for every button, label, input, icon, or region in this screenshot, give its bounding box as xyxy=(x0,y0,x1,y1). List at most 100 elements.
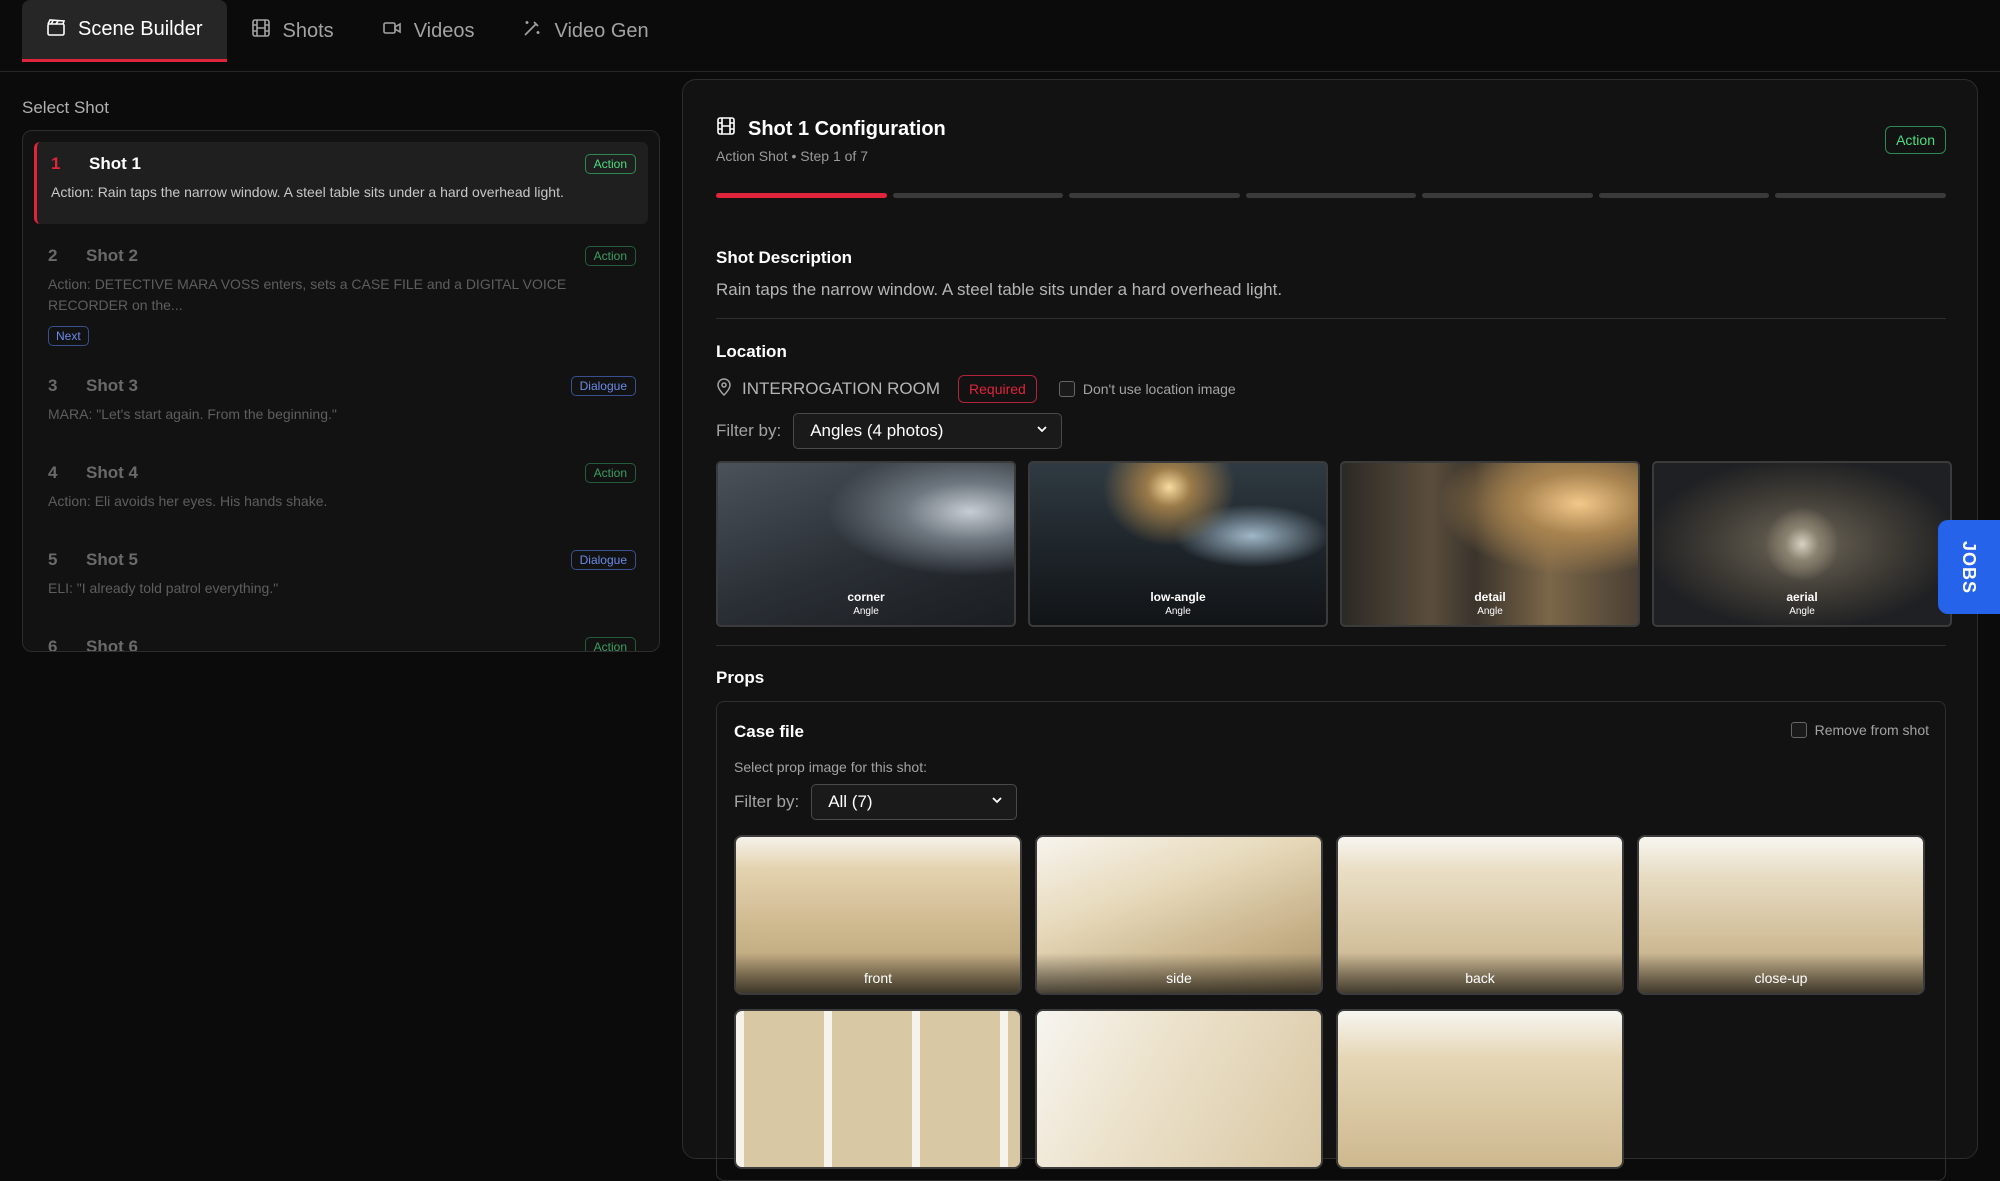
prop-image-grid: front side back close-up xyxy=(734,835,1925,1169)
shot-name: Shot 2 xyxy=(86,246,138,265)
shot-type-badge: Action xyxy=(1885,126,1946,154)
shot-description: Action: DETECTIVE MARA VOSS enters, sets… xyxy=(48,276,567,313)
shot-description: Action: Rain taps the narrow window. A s… xyxy=(51,184,564,200)
angle-card-aerial[interactable]: aerial Angle xyxy=(1652,461,1952,627)
shot-number: 1 xyxy=(51,154,61,173)
shot-name: Shot 5 xyxy=(86,550,138,569)
shot-number: 5 xyxy=(48,550,58,569)
angle-type: Angle xyxy=(1789,606,1815,617)
angle-type: Angle xyxy=(1165,606,1191,617)
divider xyxy=(716,318,1946,319)
prop-image-close-up[interactable]: close-up xyxy=(1637,835,1925,995)
shot-item-3[interactable]: 3 Shot 3 Dialogue MARA: "Let's start aga… xyxy=(34,364,648,441)
angle-name: low-angle xyxy=(1150,590,1206,604)
progress-step xyxy=(1245,193,1417,198)
chevron-down-icon xyxy=(1035,421,1049,441)
prop-image-back[interactable]: back xyxy=(1336,835,1624,995)
top-tabs: Scene Builder Shots Videos Video Gen xyxy=(0,0,2000,72)
shot-item-6[interactable]: 6 Shot 6 Action xyxy=(34,625,648,652)
no-location-checkbox[interactable]: Don't use location image xyxy=(1058,381,1236,397)
tab-shots[interactable]: Shots xyxy=(227,0,358,62)
required-badge: Required xyxy=(958,375,1037,403)
checkbox-box[interactable] xyxy=(1058,381,1075,397)
prop-select-label: Select prop image for this shot: xyxy=(734,759,927,775)
config-header: Shot 1 Configuration xyxy=(716,116,946,142)
angle-name: corner xyxy=(847,590,885,604)
angle-card-corner[interactable]: corner Angle xyxy=(716,461,1016,627)
jobs-side-tab[interactable]: JOBS xyxy=(1938,520,2000,614)
prop-image-side[interactable]: side xyxy=(1035,835,1323,995)
film-icon xyxy=(716,116,736,142)
prop-filter-row: Filter by: All (7) xyxy=(734,784,1018,820)
shot-name: Shot 1 xyxy=(89,154,141,173)
film-icon xyxy=(251,18,271,44)
angle-name: aerial xyxy=(1786,590,1818,604)
shot-description: Action: Eli avoids her eyes. His hands s… xyxy=(48,493,328,509)
shot-name: Shot 4 xyxy=(86,463,138,482)
prop-image-label: close-up xyxy=(1754,970,1808,986)
tab-video-gen[interactable]: Video Gen xyxy=(498,0,672,62)
angle-caption: aerial Angle xyxy=(1654,590,1950,617)
shot-selector: Select Shot 1 Shot 1 Action Action: Rain… xyxy=(22,98,660,652)
checkbox-box[interactable] xyxy=(1790,722,1807,738)
progress-step xyxy=(716,193,887,198)
angle-card-detail[interactable]: detail Angle xyxy=(1340,461,1640,627)
shot-type-badge: Action xyxy=(584,463,636,483)
tab-videos[interactable]: Videos xyxy=(358,0,499,62)
prop-image-label: back xyxy=(1465,970,1495,986)
angle-caption: low-angle Angle xyxy=(1030,590,1326,617)
divider xyxy=(716,645,1946,646)
shot-description: ELI: "I already told patrol everything." xyxy=(48,580,279,596)
prop-image-front[interactable]: front xyxy=(734,835,1022,995)
video-camera-icon xyxy=(382,18,402,44)
progress-step xyxy=(1069,193,1240,198)
prop-image-grid-view[interactable] xyxy=(734,1009,1022,1169)
shot-type-badge: Dialogue xyxy=(570,376,636,396)
location-filter-select[interactable]: Angles (4 photos) xyxy=(793,413,1063,449)
shot-number: 3 xyxy=(48,376,58,395)
prop-filter-select[interactable]: All (7) xyxy=(811,784,1018,820)
shot-type-badge: Action xyxy=(584,154,636,174)
select-shot-title: Select Shot xyxy=(22,98,109,117)
angle-card-low-angle[interactable]: low-angle Angle xyxy=(1028,461,1328,627)
location-row: INTERROGATION ROOM Required Don't use lo… xyxy=(716,374,1236,404)
tab-label: Video Gen xyxy=(554,19,649,42)
remove-from-shot-checkbox[interactable]: Remove from shot xyxy=(1790,722,1929,738)
angle-name: detail xyxy=(1474,590,1506,604)
props-label: Props xyxy=(716,668,765,687)
progress-step xyxy=(1598,193,1770,198)
config-subtitle: Action Shot • Step 1 of 7 xyxy=(716,148,868,164)
angle-caption: detail Angle xyxy=(1342,590,1638,617)
shot-item-2[interactable]: 2 Shot 2 Action Action: DETECTIVE MARA V… xyxy=(34,234,648,354)
tab-label: Scene Builder xyxy=(78,18,203,40)
shot-item-5[interactable]: 5 Shot 5 Dialogue ELI: "I already told p… xyxy=(34,538,648,615)
angle-type: Angle xyxy=(1477,606,1503,617)
prop-image-open[interactable] xyxy=(1035,1009,1323,1169)
config-title: Shot 1 Configuration xyxy=(748,117,946,140)
shot-item-4[interactable]: 4 Shot 4 Action Action: Eli avoids her e… xyxy=(34,451,648,528)
tab-scene-builder[interactable]: Scene Builder xyxy=(22,0,227,62)
location-angle-grid: corner Angle low-angle Angle detail Angle a… xyxy=(716,461,1952,627)
tab-label: Shots xyxy=(282,19,334,42)
tab-label: Videos xyxy=(413,19,475,42)
shot-item-1[interactable]: 1 Shot 1 Action Action: Rain taps the na… xyxy=(34,142,648,224)
chevron-down-icon xyxy=(990,792,1004,812)
shot-description: MARA: "Let's start again. From the begin… xyxy=(48,406,337,422)
angle-caption: corner Angle xyxy=(718,590,1014,617)
shot-number: 6 xyxy=(48,637,58,652)
step-progress xyxy=(716,193,1947,198)
select-value: Angles (4 photos) xyxy=(810,421,944,440)
shot-description-label: Shot Description xyxy=(716,248,853,267)
angle-type: Angle xyxy=(853,606,879,617)
map-pin-icon xyxy=(716,377,732,401)
jobs-label: JOBS xyxy=(1959,540,1980,594)
filter-label: Filter by: xyxy=(716,421,782,440)
prop-image-stack[interactable] xyxy=(1336,1009,1624,1169)
shot-list[interactable]: 1 Shot 1 Action Action: Rain taps the na… xyxy=(22,130,660,652)
location-label: Location xyxy=(716,342,787,361)
shot-config-panel: Shot 1 Configuration Action Shot • Step … xyxy=(682,79,1978,1181)
shot-number: 4 xyxy=(48,463,58,482)
prop-image-label: front xyxy=(863,970,892,986)
progress-step xyxy=(892,193,1064,198)
next-badge: Next xyxy=(48,326,89,346)
